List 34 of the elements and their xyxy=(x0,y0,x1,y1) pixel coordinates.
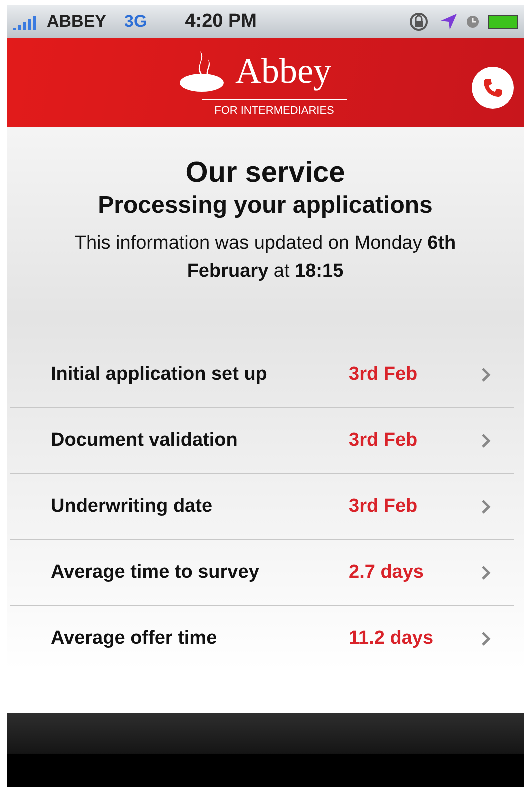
carrier-name: ABBEY xyxy=(47,12,107,32)
row-value: 11.2 days xyxy=(349,628,435,650)
location-arrow-icon xyxy=(440,12,458,30)
phone-icon xyxy=(481,76,505,100)
battery-icon xyxy=(488,14,518,28)
clock-icon xyxy=(466,14,480,28)
row-label: Average offer time xyxy=(50,628,218,650)
status-time: 4:20 PM xyxy=(185,10,258,32)
chevron-icon xyxy=(481,564,491,580)
chevron-icon xyxy=(481,630,491,646)
service-row[interactable]: Average time to survey 2.7 days xyxy=(10,540,514,606)
brand-subtitle: FOR INTERMEDIARIES xyxy=(202,98,347,116)
chevron-icon xyxy=(481,432,491,448)
service-row[interactable]: Average offer time 11.2 days xyxy=(10,606,514,671)
service-row[interactable]: Document validation 3rd Feb xyxy=(10,408,514,474)
service-row[interactable]: Initial application set up 3rd Feb xyxy=(10,342,514,408)
update-info: This information was updated on Monday 6th February at 18:15 xyxy=(74,232,458,284)
row-label: Underwriting date xyxy=(50,496,214,518)
row-label: Document validation xyxy=(50,430,239,452)
row-value: 3rd Feb xyxy=(349,430,419,452)
page-title: Our service xyxy=(184,157,346,190)
chevron-icon xyxy=(481,498,491,514)
page-subtitle: Processing your applications xyxy=(97,192,434,220)
brand-name: Abbey xyxy=(236,50,332,92)
row-label: Initial application set up xyxy=(50,364,268,386)
row-value: 3rd Feb xyxy=(349,496,419,518)
signal-icon xyxy=(13,14,39,30)
service-row[interactable]: Underwriting date 3rd Feb xyxy=(10,474,514,540)
chevron-icon xyxy=(481,366,491,382)
network-type: 3G xyxy=(124,12,148,32)
row-value: 2.7 days xyxy=(349,562,425,584)
row-value: 3rd Feb xyxy=(349,364,419,386)
call-button[interactable] xyxy=(472,67,514,109)
row-label: Average time to survey xyxy=(50,562,260,584)
